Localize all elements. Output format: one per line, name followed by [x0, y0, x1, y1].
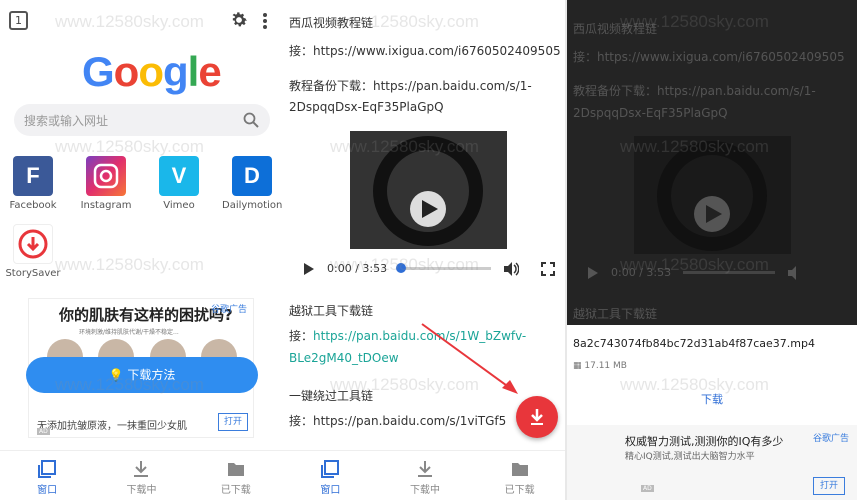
- audio-progress[interactable]: [399, 267, 491, 270]
- browser-home-panel: 1 Google 搜索或输入网址 F Facebook Instagram V …: [0, 0, 283, 500]
- nav-downloaded[interactable]: 已下载: [189, 451, 283, 500]
- ad-headline: 你的肌肤有这样的困扰吗?: [59, 306, 233, 324]
- download-icon: [531, 409, 543, 425]
- audio-progress-handle[interactable]: [396, 263, 406, 273]
- tab-count-button[interactable]: 1: [9, 11, 28, 30]
- search-placeholder: 搜索或输入网址: [24, 114, 109, 128]
- dailymotion-icon: D: [232, 156, 272, 196]
- bottom-nav: 窗口 下载中 已下载: [283, 450, 567, 500]
- download-icon: [134, 461, 149, 477]
- windows-icon: [38, 460, 57, 478]
- ad-open-button[interactable]: 打开: [813, 477, 845, 495]
- video-player[interactable]: [350, 131, 507, 249]
- folder-icon: [227, 463, 244, 476]
- ad-banner[interactable]: 权威智力测试,测测你的IQ有多少 精心IQ测试,测试出大脑智力水平 谷歌广告 A…: [567, 425, 857, 500]
- file-icon: ▦: [573, 361, 585, 371]
- audio-progress: [683, 271, 775, 274]
- play-icon: [657, 141, 767, 251]
- text-line: 接：https://pan.baidu.com/s/1viTGf5: [289, 414, 507, 428]
- ad-subline: 环境刺激/维持肌肤代谢/干燥不稳定...: [79, 329, 179, 336]
- shortcut-dailymotion[interactable]: D Dailymotion: [222, 156, 282, 211]
- folder-icon: [511, 463, 528, 476]
- ad-tag: 谷歌广告: [812, 434, 849, 444]
- text-line: 越狱工具下载链: [573, 307, 658, 321]
- download-sheet-panel: 西瓜视频教程链 接：https://www.ixigua.com/i676050…: [567, 0, 857, 500]
- link[interactable]: BLe2gM40_tDOew: [289, 351, 399, 365]
- search-icon[interactable]: [242, 111, 260, 129]
- webpage-panel: 西瓜视频教程链 接：https://www.ixigua.com/i676050…: [283, 0, 567, 500]
- ad-open-button[interactable]: 打开: [218, 413, 248, 431]
- bottom-nav: 窗口 下载中 已下载: [0, 450, 283, 500]
- nav-windows[interactable]: 窗口: [0, 451, 94, 500]
- text-line: 接：https://www.ixigua.com/i6760502409505: [289, 44, 561, 58]
- play-icon: [588, 267, 598, 279]
- arrow-annotation: [421, 323, 518, 394]
- text-line: 西瓜视频教程链: [573, 22, 658, 36]
- audio-time: 0:00 / 3:53: [327, 262, 388, 275]
- audio-player[interactable]: 0:00 / 3:53: [283, 254, 567, 284]
- video-player: [634, 136, 791, 254]
- windows-icon: [321, 460, 340, 478]
- text-line: 接：https://www.ixigua.com/i6760502409505: [573, 50, 845, 64]
- text-line: 教程备份下载：https://pan.baidu.com/s/1-: [573, 84, 816, 98]
- ad-tag: 谷歌广告: [210, 305, 247, 315]
- text-line: 2DspqqDsx-EqF35PlaGpQ: [289, 100, 444, 114]
- ad-label: AD: [641, 485, 654, 492]
- text-line: 2DspqqDsx-EqF35PlaGpQ: [573, 106, 728, 120]
- google-logo: Google: [82, 48, 222, 95]
- more-menu-icon[interactable]: [262, 12, 268, 30]
- download-sheet: 8a2c743074fb84bc72d31ab4f87cae37.mp4 ▦ 1…: [567, 325, 857, 500]
- ad-label: AD: [37, 428, 50, 435]
- download-icon: [418, 461, 432, 477]
- audio-time: 0:00 / 3:53: [611, 266, 672, 279]
- download-method-button[interactable]: 💡 下载方法: [26, 357, 258, 393]
- nav-windows[interactable]: 窗口: [283, 451, 378, 500]
- ad-description: 无添加抗皱原液，一抹重回少女肌: [37, 421, 187, 432]
- ad-subline: 精心IQ测试,测试出大脑智力水平: [625, 452, 755, 462]
- play-icon[interactable]: [303, 262, 315, 276]
- file-size: ▦ 17.11 MB: [573, 361, 627, 371]
- volume-icon: [788, 266, 796, 280]
- nav-downloading[interactable]: 下载中: [378, 451, 473, 500]
- text-line: 一键绕过工具链: [289, 389, 374, 403]
- ad-banner[interactable]: 你的肌肤有这样的困扰吗? 谷歌广告 环境刺激/维持肌肤代谢/干燥不稳定... 💡…: [26, 298, 258, 438]
- vimeo-icon: V: [159, 156, 199, 196]
- shortcut-vimeo[interactable]: V Vimeo: [149, 156, 209, 211]
- download-button[interactable]: 下载: [567, 391, 857, 407]
- search-input[interactable]: 搜索或输入网址: [14, 104, 270, 136]
- dimmed-webpage[interactable]: 西瓜视频教程链 接：https://www.ixigua.com/i676050…: [567, 0, 857, 325]
- download-fab[interactable]: [516, 396, 558, 438]
- instagram-icon: [86, 156, 126, 196]
- nav-downloaded[interactable]: 已下载: [472, 451, 567, 500]
- shortcut-storysaver[interactable]: StorySaver: [3, 224, 63, 279]
- shortcut-instagram[interactable]: Instagram: [76, 156, 136, 211]
- ad-headline: 权威智力测试,测测你的IQ有多少: [625, 435, 784, 448]
- text-line: 越狱工具下载链: [289, 304, 374, 318]
- text-line: 教程备份下载：https://pan.baidu.com/s/1-: [289, 79, 532, 93]
- play-icon[interactable]: [350, 131, 507, 249]
- fullscreen-icon[interactable]: [541, 262, 555, 276]
- screenshot-root: 1 Google 搜索或输入网址 F Facebook Instagram V …: [0, 0, 857, 500]
- bulb-icon: 💡: [108, 368, 128, 382]
- nav-downloading[interactable]: 下载中: [94, 451, 188, 500]
- gear-icon[interactable]: [229, 10, 249, 30]
- shortcut-facebook[interactable]: F Facebook: [3, 156, 63, 211]
- storysaver-icon: [13, 224, 53, 264]
- file-name: 8a2c743074fb84bc72d31ab4f87cae37.mp4: [573, 337, 815, 350]
- text-line: 西瓜视频教程链: [289, 16, 374, 30]
- facebook-icon: F: [13, 156, 53, 196]
- volume-icon[interactable]: [503, 261, 519, 277]
